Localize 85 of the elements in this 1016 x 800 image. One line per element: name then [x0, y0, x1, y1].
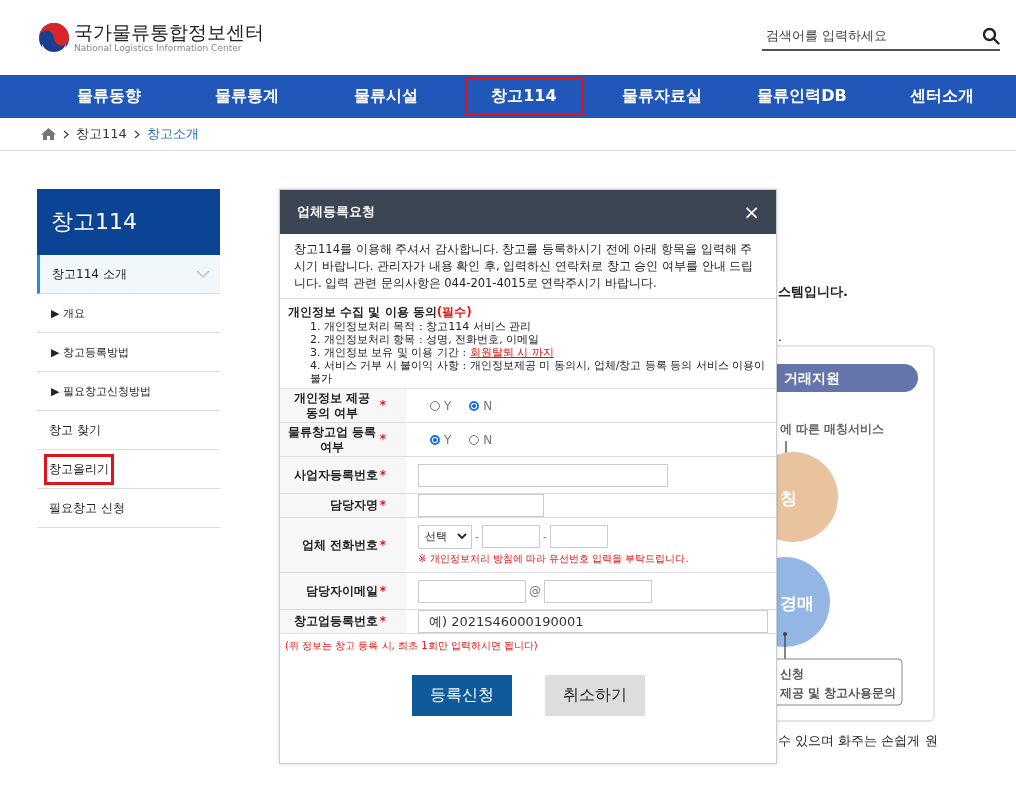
- nav-item[interactable]: 물류인력DB: [731, 78, 873, 115]
- sidebar-item-label[interactable]: 창고올리기: [44, 453, 114, 485]
- consent-item: 3. 개인정보 보유 및 이용 기간 : 회원탈퇴 시 까지: [309, 346, 555, 359]
- body-text: .: [778, 329, 784, 343]
- caret-icon[interactable]: [457, 533, 467, 540]
- text-input[interactable]: [418, 494, 544, 517]
- close-button[interactable]: ×: [739, 200, 764, 224]
- body-text: 스템입니다.: [778, 283, 849, 301]
- circle-text: 칭: [780, 488, 797, 508]
- sidebar-item[interactable]: 필요창고 신청: [37, 489, 220, 528]
- nav-item[interactable]: 물류동향: [51, 78, 168, 115]
- phone-input[interactable]: [549, 525, 608, 548]
- consent-item: 2. 개인정보처리 항목 : 성명, 전화번호, 이메일: [309, 333, 541, 346]
- sidebar-title: 창고114: [37, 189, 220, 255]
- logo-icon: [38, 21, 70, 54]
- field-label: 창고업등록번호: [293, 614, 378, 629]
- radio-option[interactable]: N: [469, 398, 493, 413]
- field-label: 업체 전화번호: [301, 537, 378, 553]
- radio-option[interactable]: Y: [430, 398, 452, 413]
- pill-text: 거래지원: [784, 370, 840, 386]
- area-code-select[interactable]: 선택: [418, 524, 472, 549]
- text-input[interactable]: [418, 463, 668, 487]
- sidebar-subitem[interactable]: ▶ 필요창고신청방법: [37, 372, 220, 411]
- phone-input[interactable]: [482, 525, 540, 548]
- search-input[interactable]: 검색어를 입력하세요: [764, 27, 982, 44]
- sidebar-subitem[interactable]: ▶ 창고등록방법: [37, 333, 220, 372]
- body-text: 수 있으며 화주는 손쉽게 원: [778, 732, 939, 750]
- nav-item[interactable]: 센터소개: [883, 78, 1000, 115]
- phone-note: ※ 개인정보처리 방침에 따라 유선번호 입력을 부탁드립니다.: [418, 551, 689, 566]
- breadcrumb-link[interactable]: 창고114: [76, 125, 127, 143]
- radio-option[interactable]: Y: [430, 432, 452, 447]
- radio-option[interactable]: N: [469, 432, 493, 447]
- sidebar-item-label[interactable]: 창고 찾기: [44, 414, 106, 446]
- required-mark: *: [379, 432, 386, 447]
- required-mark: *: [379, 498, 386, 513]
- field-label: 담당자이메일: [305, 583, 378, 599]
- required-mark: *: [379, 583, 386, 599]
- connector-line: [783, 632, 787, 660]
- consent-item: 1. 개인정보처리 목적 : 창고114 서비스 관리: [309, 320, 533, 333]
- submit-button[interactable]: 등록신청: [411, 675, 512, 716]
- circle-text: 경매: [780, 593, 814, 613]
- sidebar-item[interactable]: 창고114 소개: [37, 255, 220, 294]
- at-sign: @: [529, 584, 541, 598]
- nav-item[interactable]: 창고114: [465, 78, 583, 115]
- search-icon[interactable]: [982, 26, 1000, 45]
- home-icon[interactable]: [41, 128, 56, 140]
- sidebar-item[interactable]: 창고 찾기: [37, 411, 220, 450]
- footnote-text: (위 정보는 창고 등록 시, 최초 1회만 입력하시면 됩니다): [284, 639, 539, 653]
- box-text: 신청: [780, 667, 804, 681]
- site-subtitle: National Logistics Information Center: [74, 43, 243, 54]
- separator-text: -: [475, 530, 479, 543]
- email-input[interactable]: [418, 579, 526, 603]
- chevron-icon[interactable]: [196, 270, 210, 278]
- breadcrumb-link[interactable]: 창고소개: [146, 125, 199, 143]
- sidebar-item[interactable]: 창고올리기: [37, 450, 220, 489]
- text-input[interactable]: 예) 2021S46000190001: [418, 610, 768, 633]
- field-label: 물류창고업 등록여부: [286, 424, 377, 455]
- nav-item[interactable]: 물류자료실: [596, 78, 729, 115]
- intro-text: 창고114를 이용해 주셔서 감사합니다. 창고를 등록하시기 전에 아래 항목을 입력해 주시기 바랍니다. 관리자가 내용 확인 후, 입력하신 연락처로 창고 승인 여부를 안내 드립니다. 입력 관련 문의사항은 044-201-4015로 연락주시기 바랍니다.: [280, 234, 776, 299]
- required-mark: *: [379, 537, 386, 553]
- site-title[interactable]: 국가물류통합정보센터: [74, 21, 264, 43]
- dialog-title: 업체등록요청: [297, 203, 375, 221]
- field-label: 사업자등록번호: [293, 467, 378, 483]
- required-mark: *: [379, 614, 386, 629]
- consent-item: 4. 서비스 거부 시 불이익 사항 : 개인정보제공 미 동의시, 업체/창고 등록 등의 서비스 이용이 불가: [309, 359, 767, 385]
- consent-title: 개인정보 수집 및 이용 동의: [288, 305, 437, 319]
- box-text: 제공 및 창고사용문의: [780, 686, 897, 700]
- chevron-right-icon: [63, 129, 69, 139]
- chevron-right-icon: [133, 129, 140, 139]
- required-mark: *: [379, 398, 386, 413]
- field-label: 개인정보 제공 동의 여부: [292, 390, 371, 421]
- sidebar-subitem[interactable]: ▶ 개요: [37, 294, 220, 333]
- separator-text: -: [543, 530, 547, 543]
- sidebar-item-label[interactable]: 필요창고 신청: [44, 492, 130, 524]
- consent-link[interactable]: 회원탈퇴 시 까지: [469, 346, 554, 359]
- required-label: (필수): [436, 305, 472, 319]
- nav-item[interactable]: 물류시설: [327, 78, 444, 115]
- required-mark: *: [379, 467, 386, 483]
- cancel-button[interactable]: 취소하기: [544, 675, 645, 716]
- diagram-caption: 에 따른 매칭서비스: [780, 422, 885, 436]
- search-field[interactable]: 검색어를 입력하세요: [762, 26, 1000, 51]
- email-domain-input[interactable]: [544, 579, 652, 603]
- sidebar-item-label[interactable]: 창고114 소개: [47, 258, 132, 290]
- nav-item[interactable]: 물류통계: [189, 78, 306, 115]
- field-label: 담당자명: [329, 498, 378, 513]
